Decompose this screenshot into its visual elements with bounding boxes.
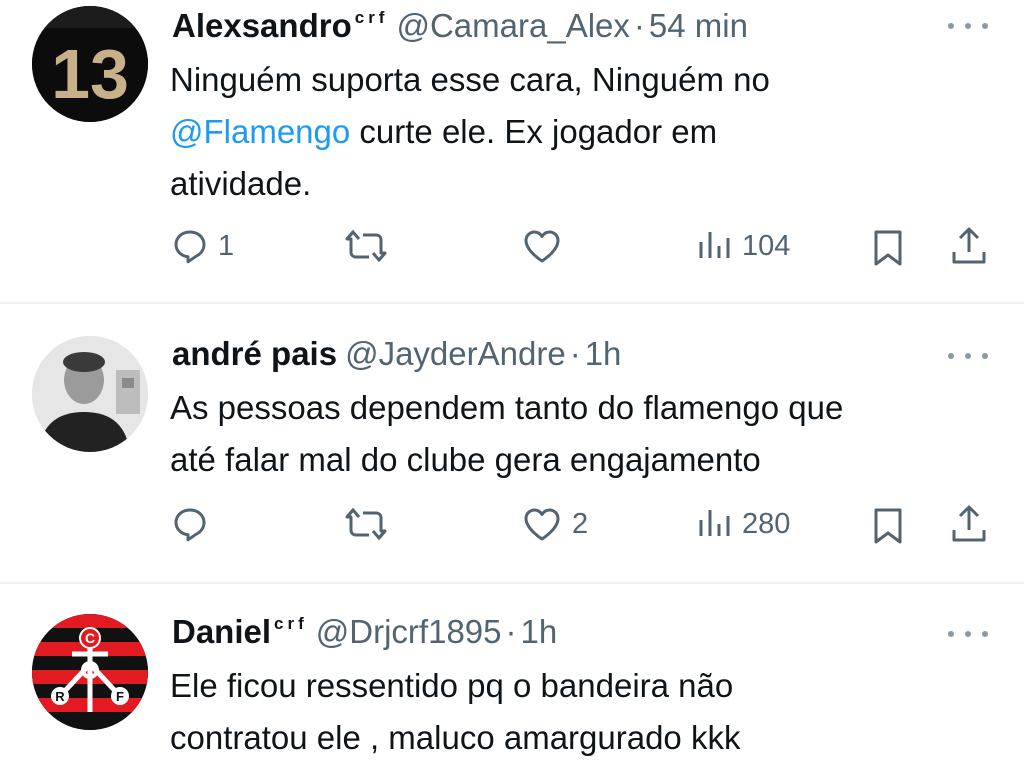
share-icon: [952, 227, 986, 264]
reply-icon: [174, 508, 206, 542]
avatar[interactable]: [32, 336, 148, 452]
profile-photo: [32, 336, 148, 452]
like-button[interactable]: 2: [522, 506, 588, 542]
avatar[interactable]: 13: [32, 6, 148, 122]
tweet-2[interactable]: andré pais @JayderAndre · 1h As pessoas …: [0, 304, 1024, 582]
timestamp[interactable]: 1h: [521, 612, 558, 652]
tweet-header: Daniel crf @Drjcrf1895 · 1h: [172, 612, 557, 652]
timestamp[interactable]: 54 min: [649, 6, 748, 46]
display-name[interactable]: Daniel: [172, 612, 271, 652]
bar-chart-icon: [699, 510, 730, 536]
views-button[interactable]: 280: [696, 506, 790, 542]
jersey-number-avatar-image: 13: [32, 6, 148, 122]
reply-button[interactable]: 1: [172, 228, 234, 264]
mention-link[interactable]: @Flamengo: [170, 113, 350, 150]
avatar[interactable]: C R F: [32, 614, 148, 730]
user-handle[interactable]: @JayderAndre: [345, 334, 566, 374]
tweet-text-line: contratou ele , maluco amargurado kkk: [170, 719, 741, 756]
bookmark-button[interactable]: [872, 228, 904, 268]
tweet-text-line: As pessoas dependem tanto do flamengo qu…: [170, 389, 844, 426]
like-count: 2: [572, 507, 589, 540]
crest-letter-right: F: [116, 689, 124, 704]
retweet-icon: [345, 229, 387, 263]
tweet-1[interactable]: 13 Alexsandro crf @Camara_Alex · 54 min …: [0, 0, 1024, 300]
reply-icon: [174, 230, 206, 264]
tweet-text-line: atividade.: [170, 165, 312, 202]
user-handle[interactable]: @Drjcrf1895: [316, 612, 502, 652]
more-options-icon[interactable]: [948, 624, 988, 644]
display-name[interactable]: andré pais: [172, 334, 337, 374]
retweet-button[interactable]: [344, 228, 398, 264]
separator-dot: ·: [569, 335, 581, 372]
bar-chart-icon: [699, 232, 730, 258]
name-flair: crf: [354, 8, 389, 27]
views-button[interactable]: 104: [696, 228, 790, 264]
tweet-text-line: Ele ficou ressentido pq o bandeira não: [170, 667, 734, 704]
bookmark-icon: [874, 508, 902, 544]
reply-count: 1: [218, 229, 235, 262]
tweet-actions: 1 104: [0, 226, 1024, 270]
more-options-icon[interactable]: [948, 16, 988, 36]
crest-letter-top: C: [85, 630, 95, 646]
retweet-icon: [345, 507, 387, 541]
like-button[interactable]: [522, 228, 572, 264]
tweet-text: Ninguém suporta esse cara, Ninguém no @F…: [170, 54, 990, 210]
separator-dot: ·: [505, 613, 517, 650]
more-options-icon[interactable]: [948, 346, 988, 366]
display-name[interactable]: Alexsandro: [172, 6, 352, 46]
tweet-text-line: até falar mal do clube gera engajamento: [170, 441, 761, 478]
tweet-header: Alexsandro crf @Camara_Alex · 54 min: [172, 6, 748, 46]
share-button[interactable]: [950, 226, 988, 266]
crest-letter-left: R: [55, 689, 65, 704]
share-icon: [952, 505, 986, 542]
heart-icon: [524, 508, 560, 541]
tweet-3[interactable]: C R F Daniel crf @Drjcrf1895 · 1h Ele fi…: [0, 584, 1024, 782]
bookmark-button[interactable]: [872, 506, 904, 546]
share-button[interactable]: [950, 504, 988, 544]
tweet-actions: 2 280: [0, 504, 1024, 548]
bookmark-icon: [874, 230, 902, 266]
name-flair: crf: [274, 614, 308, 633]
tweet-text-line: @Flamengo curte ele. Ex jogador em: [170, 113, 718, 150]
flamengo-crest-avatar-image: C R F: [32, 614, 148, 730]
views-count: 280: [742, 507, 791, 540]
user-handle[interactable]: @Camara_Alex: [396, 6, 629, 46]
heart-icon: [524, 230, 560, 263]
timestamp[interactable]: 1h: [585, 334, 622, 374]
avatar-number: 13: [51, 35, 129, 113]
views-count: 104: [742, 229, 791, 262]
tweet-text: As pessoas dependem tanto do flamengo qu…: [170, 382, 990, 486]
tweet-header: andré pais @JayderAndre · 1h: [172, 334, 621, 374]
tweet-text: Ele ficou ressentido pq o bandeira não c…: [170, 660, 990, 764]
retweet-button[interactable]: [344, 506, 398, 542]
separator-dot: ·: [633, 7, 645, 44]
reply-button[interactable]: [172, 506, 218, 542]
tweet-text-line: Ninguém suporta esse cara, Ninguém no: [170, 61, 770, 98]
